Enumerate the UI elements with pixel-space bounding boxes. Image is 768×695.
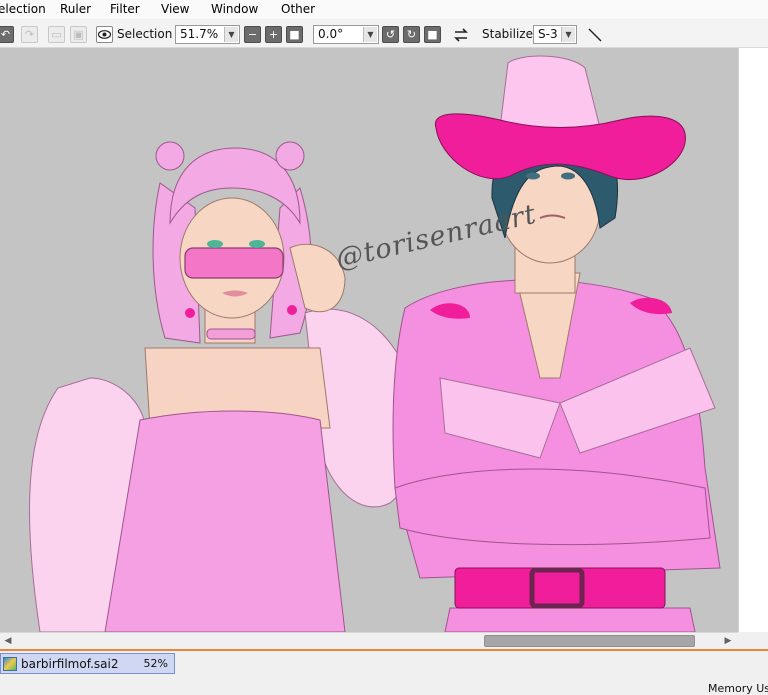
zoom-reset-icon[interactable]: ■ bbox=[286, 26, 303, 43]
zoom-out-icon[interactable]: − bbox=[244, 26, 261, 43]
menu-other[interactable]: Other bbox=[281, 1, 315, 17]
selection-label: Selection bbox=[117, 27, 173, 41]
right-panel-strip bbox=[738, 48, 768, 632]
flip-icon[interactable] bbox=[452, 26, 469, 43]
menu-selection[interactable]: election bbox=[0, 1, 46, 17]
artwork-illustration bbox=[29, 55, 721, 632]
eye-icon[interactable] bbox=[96, 26, 113, 43]
zoom-field[interactable]: 51.7% ▼ bbox=[175, 25, 240, 44]
redo-icon[interactable]: ↷ bbox=[21, 26, 38, 43]
scrollbar-thumb[interactable] bbox=[484, 635, 695, 647]
rotate-ccw-icon[interactable]: ↺ bbox=[382, 26, 399, 43]
scroll-left-icon[interactable]: ◀ bbox=[2, 635, 14, 647]
chevron-down-icon[interactable]: ▼ bbox=[561, 27, 575, 42]
menu-bar: election Ruler Filter View Window Other bbox=[0, 0, 768, 19]
rotate-cw-icon[interactable]: ↻ bbox=[403, 26, 420, 43]
canvas[interactable]: @torisenraart bbox=[0, 48, 738, 632]
stabilizer-value: S-3 bbox=[538, 27, 558, 41]
stabilizer-field[interactable]: S-3 ▼ bbox=[533, 25, 577, 44]
rotate-reset-icon[interactable]: ■ bbox=[424, 26, 441, 43]
undo-icon[interactable]: ↶ bbox=[0, 26, 14, 43]
invert-selection-icon[interactable]: ▣ bbox=[70, 26, 87, 43]
zoom-in-icon[interactable]: + bbox=[265, 26, 282, 43]
chevron-down-icon[interactable]: ▼ bbox=[224, 27, 238, 42]
chevron-down-icon[interactable]: ▼ bbox=[363, 27, 377, 42]
document-zoom: 52% bbox=[143, 657, 168, 670]
scroll-right-icon[interactable]: ▶ bbox=[722, 635, 734, 647]
deselect-icon[interactable]: ▭ bbox=[48, 26, 65, 43]
rotation-field[interactable]: 0.0° ▼ bbox=[313, 25, 379, 44]
stabilizer-label: Stabilizer bbox=[482, 27, 538, 41]
document-tab[interactable]: barbirfilmof.sai2 52% bbox=[0, 653, 175, 674]
menu-filter[interactable]: Filter bbox=[110, 1, 140, 17]
rotation-value: 0.0° bbox=[318, 27, 344, 41]
zoom-value: 51.7% bbox=[180, 27, 219, 41]
menu-window[interactable]: Window bbox=[211, 1, 258, 17]
menu-view[interactable]: View bbox=[161, 1, 189, 17]
file-thumbnail-icon bbox=[3, 656, 17, 671]
menu-ruler[interactable]: Ruler bbox=[60, 1, 91, 17]
horizontal-scrollbar[interactable]: ◀ ▶ bbox=[0, 632, 738, 649]
document-tab-bar: barbirfilmof.sai2 52% bbox=[0, 651, 768, 689]
document-filename: barbirfilmof.sai2 bbox=[21, 656, 119, 671]
line-tool-icon[interactable] bbox=[586, 26, 603, 43]
toolbar: ↶ ↷ ▭ ▣ Selection 51.7% ▼ − + ■ 0.0° ▼ ↺… bbox=[0, 20, 768, 48]
